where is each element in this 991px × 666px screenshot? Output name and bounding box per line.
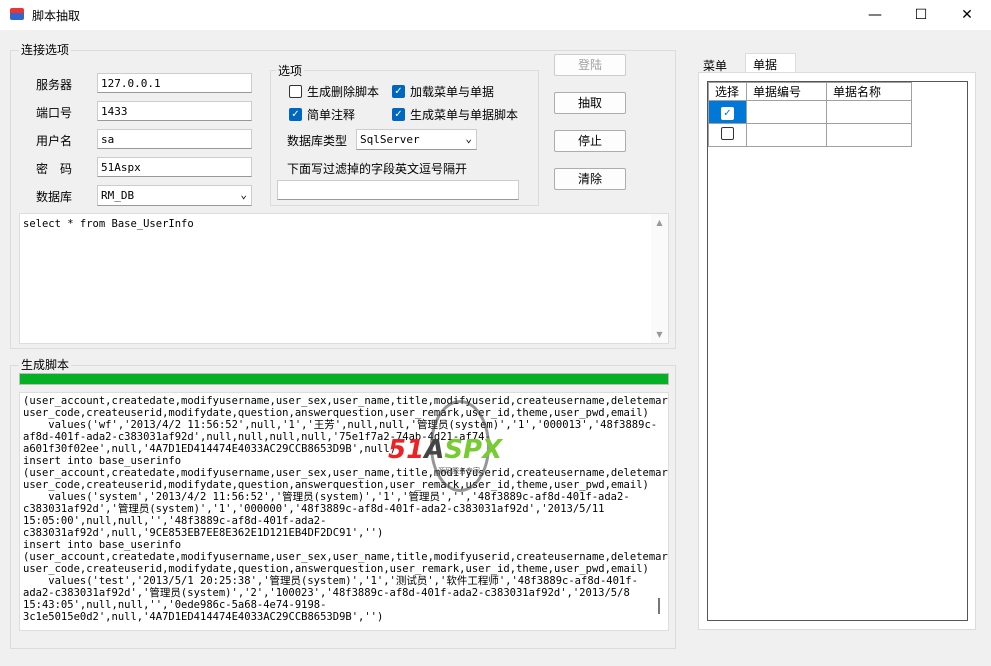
tab-documents[interactable]: 单据 — [745, 53, 796, 73]
close-button[interactable]: ✕ — [944, 0, 990, 30]
dbtype-value: SqlServer — [360, 133, 420, 146]
output-line: user_code,createuserid,modifydate,questi… — [23, 563, 649, 575]
filter-input[interactable] — [277, 180, 519, 200]
row-checkbox[interactable] — [708, 123, 747, 147]
output-line: (user_account,createdate,modifyusername,… — [23, 467, 669, 479]
database-select[interactable]: RM_DB ⌄ — [97, 185, 252, 206]
output-line: 3c1e5015e0d2',null,'4A7D1ED414474E4033AC… — [23, 611, 384, 623]
checkmark-icon: ✓ — [392, 108, 405, 121]
options-group-label: 选项 — [276, 62, 305, 79]
row-checkbox[interactable]: ✓ — [708, 100, 747, 124]
load-menu-checkbox[interactable]: ✓ 加载菜单与单据 — [392, 83, 494, 100]
output-text: (user_account,createdate,modifyusername,… — [23, 395, 669, 623]
table-row[interactable]: ✓ — [708, 100, 912, 124]
filter-label: 下面写过滤掉的字段英文逗号隔开 — [287, 162, 468, 176]
dbtype-label: 数据库类型 — [287, 134, 348, 148]
output-line: c383031af92d',null,'9CE853EB7EE8E362E1D1… — [23, 527, 384, 539]
checkmark-icon: ✓ — [721, 106, 734, 120]
gen-delete-checkbox[interactable]: 生成删除脚本 — [289, 83, 379, 100]
checkmark-icon: ✓ — [289, 108, 302, 121]
output-group-label: 生成脚本 — [19, 356, 72, 373]
output-line: insert into base_userinfo — [23, 539, 182, 551]
sql-input[interactable]: select * from Base_UserInfo ▲ ▼ — [19, 213, 669, 344]
output-line: 15:43:05',null,null,'','0ede986c-5a68-4e… — [23, 599, 327, 611]
col-code[interactable]: 单据编号 — [746, 82, 827, 101]
documents-grid: 选择 单据编号 单据名称 ✓ — [707, 81, 968, 621]
connection-group-label: 连接选项 — [19, 41, 72, 58]
scrollbar-thumb[interactable] — [658, 598, 660, 614]
progress-bar — [19, 373, 669, 385]
checkbox-icon — [289, 85, 302, 98]
port-input[interactable] — [97, 101, 252, 121]
col-name[interactable]: 单据名称 — [826, 82, 912, 101]
sql-text: select * from Base_UserInfo — [23, 218, 194, 230]
output-line: (user_account,createdate,modifyusername,… — [23, 551, 669, 563]
user-label: 用户名 — [36, 134, 73, 148]
output-line: user_code,createuserid,modifydate,questi… — [23, 407, 649, 419]
server-input[interactable] — [97, 73, 252, 93]
database-label: 数据库 — [36, 190, 73, 204]
output-line: ada2-c383031af92d','管理员(system)','2','10… — [23, 587, 630, 599]
output-line: insert into base_userinfo — [23, 455, 182, 467]
chevron-down-icon: ⌄ — [240, 188, 247, 201]
output-line: values('system','2013/4/2 11:56:52','管理员… — [23, 491, 630, 503]
checkbox-icon — [721, 127, 734, 140]
simple-comment-checkbox[interactable]: ✓ 简单注释 — [289, 106, 355, 123]
cell-code — [746, 123, 827, 147]
table-row[interactable] — [708, 123, 912, 147]
password-label: 密 码 — [36, 162, 73, 176]
stop-button[interactable]: 停止 — [554, 130, 626, 152]
gen-menu-script-label: 生成菜单与单据脚本 — [410, 108, 519, 122]
cell-name — [826, 100, 912, 124]
title-bar: 脚本抽取 — ☐ ✕ — [0, 0, 991, 30]
output-line: values('wf','2013/4/2 11:56:52',null,'1'… — [23, 419, 658, 431]
checkmark-icon: ✓ — [392, 85, 405, 98]
gen-menu-script-checkbox[interactable]: ✓ 生成菜单与单据脚本 — [392, 106, 518, 123]
password-input[interactable] — [97, 157, 252, 177]
port-label: 端口号 — [36, 106, 73, 120]
output-line: values('test','2013/5/1 20:25:38','管理员(s… — [23, 575, 638, 587]
simple-comment-label: 简单注释 — [307, 108, 356, 122]
app-icon — [10, 8, 24, 20]
grid-header: 选择 单据编号 单据名称 — [708, 82, 912, 101]
chevron-down-icon: ⌄ — [465, 132, 472, 145]
gen-delete-label: 生成删除脚本 — [307, 85, 380, 99]
progress-fill — [20, 374, 668, 384]
dbtype-select[interactable]: SqlServer ⌄ — [356, 129, 477, 150]
database-value: RM_DB — [101, 189, 135, 202]
clear-button[interactable]: 清除 — [554, 168, 626, 190]
scroll-up-icon: ▲ — [656, 218, 663, 227]
extract-button[interactable]: 抽取 — [554, 92, 626, 114]
output-line: (user_account,createdate,modifyusername,… — [23, 395, 669, 407]
output-line: af8d-401f-ada2-c383031af92d',null,null,n… — [23, 431, 491, 443]
output-line: 15:05:00',null,null,'','48f3889c-af8d-40… — [23, 515, 327, 527]
user-input[interactable] — [97, 129, 252, 149]
load-menu-label: 加载菜单与单据 — [410, 85, 495, 99]
maximize-button[interactable]: ☐ — [898, 0, 944, 30]
minimize-button[interactable]: — — [852, 0, 898, 30]
output-line: a601f30f02ee',null,'4A7D1ED414474E4033AC… — [23, 443, 396, 455]
cell-code — [746, 100, 827, 124]
output-line: user_code,createuserid,modifydate,questi… — [23, 479, 649, 491]
window-title: 脚本抽取 — [32, 9, 81, 23]
sql-scrollbar[interactable]: ▲ ▼ — [651, 214, 668, 343]
output-line: c383031af92d','管理员(system)','1','000000'… — [23, 503, 605, 515]
scroll-down-icon: ▼ — [656, 330, 663, 339]
cell-name — [826, 123, 912, 147]
output-textarea[interactable]: (user_account,createdate,modifyusername,… — [19, 392, 669, 631]
login-button[interactable]: 登陆 — [554, 54, 626, 76]
server-label: 服务器 — [36, 78, 73, 92]
col-select[interactable]: 选择 — [708, 82, 747, 101]
